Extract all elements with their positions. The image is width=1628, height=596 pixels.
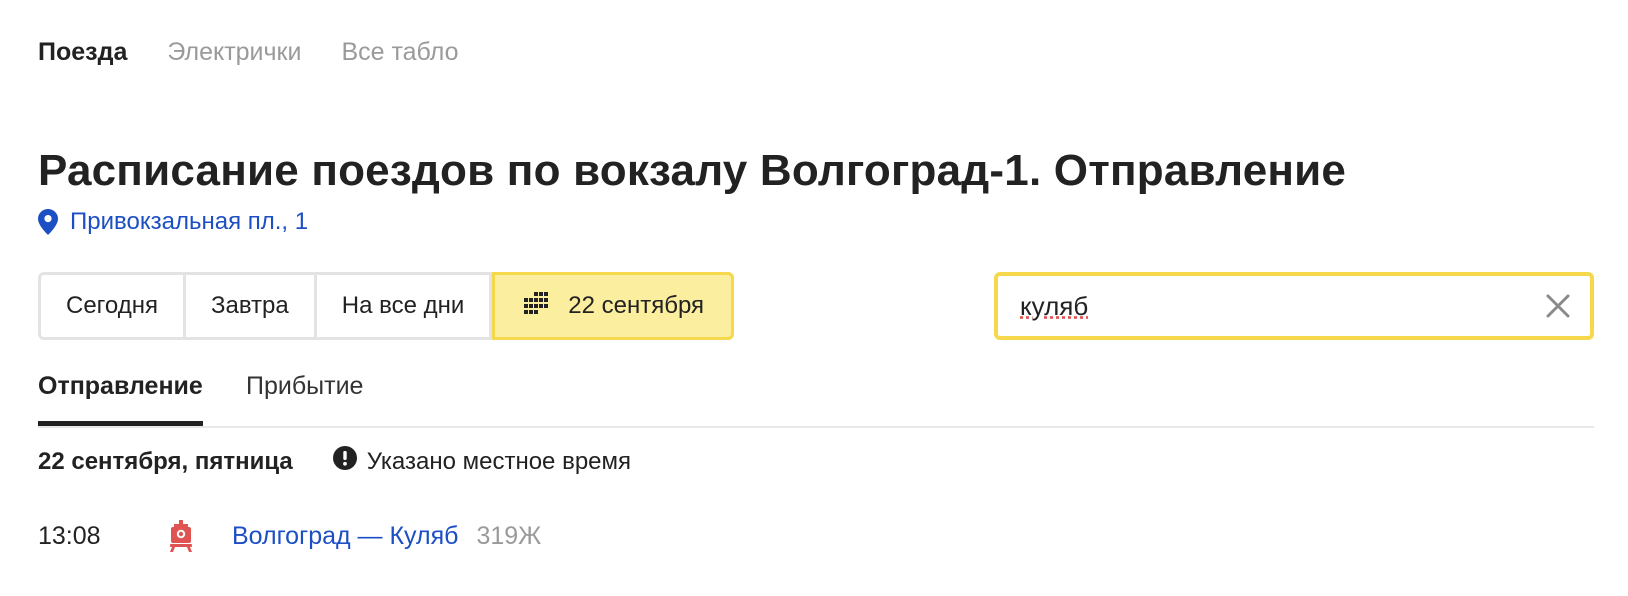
today-button[interactable]: Сегодня [41,275,186,337]
station-address-link[interactable]: Привокзальная пл., 1 [38,208,308,236]
table-row: 13:08 Волгоград — Куляб 319Ж [38,518,541,554]
exclamation-circle-icon [332,446,357,477]
locomotive-icon [170,520,232,552]
location-pin-icon [38,209,58,235]
train-search-box [994,272,1594,340]
train-number: 319Ж [476,521,542,550]
selected-date-label: 22 сентября [568,292,705,319]
calendar-grid-icon [522,291,550,321]
date-label: 22 сентября, пятница [38,447,293,475]
tab-departure[interactable]: Отправление [38,372,203,426]
address-text: Привокзальная пл., 1 [70,208,309,235]
schedule-date-header: 22 сентября, пятница Указано местное вре… [38,446,631,477]
nav-suburban[interactable]: Электрички [167,38,301,67]
tomorrow-button[interactable]: Завтра [186,275,317,337]
local-time-note: Указано местное время [332,446,632,477]
calendar-date-button[interactable]: 22 сентября [492,272,735,340]
direction-tabs: Отправление Прибытие [38,372,1594,428]
top-navigation: Поезда Электрички Все табло [38,38,459,67]
all-days-button[interactable]: На все дни [317,275,493,337]
nav-all-boards[interactable]: Все табло [341,38,458,67]
search-input[interactable] [1020,290,1546,322]
close-icon[interactable] [1546,294,1570,318]
departure-time: 13:08 [38,521,101,550]
page-title: Расписание поездов по вокзалу Волгоград-… [38,146,1347,195]
local-time-note-text: Указано местное время [366,447,632,475]
nav-trains[interactable]: Поезда [38,38,127,67]
train-route-link[interactable]: Волгоград — Куляб [232,522,458,551]
day-filter-group: Сегодня Завтра На все дни 22 сентября [38,272,735,340]
tab-arrival[interactable]: Прибытие [246,372,363,421]
